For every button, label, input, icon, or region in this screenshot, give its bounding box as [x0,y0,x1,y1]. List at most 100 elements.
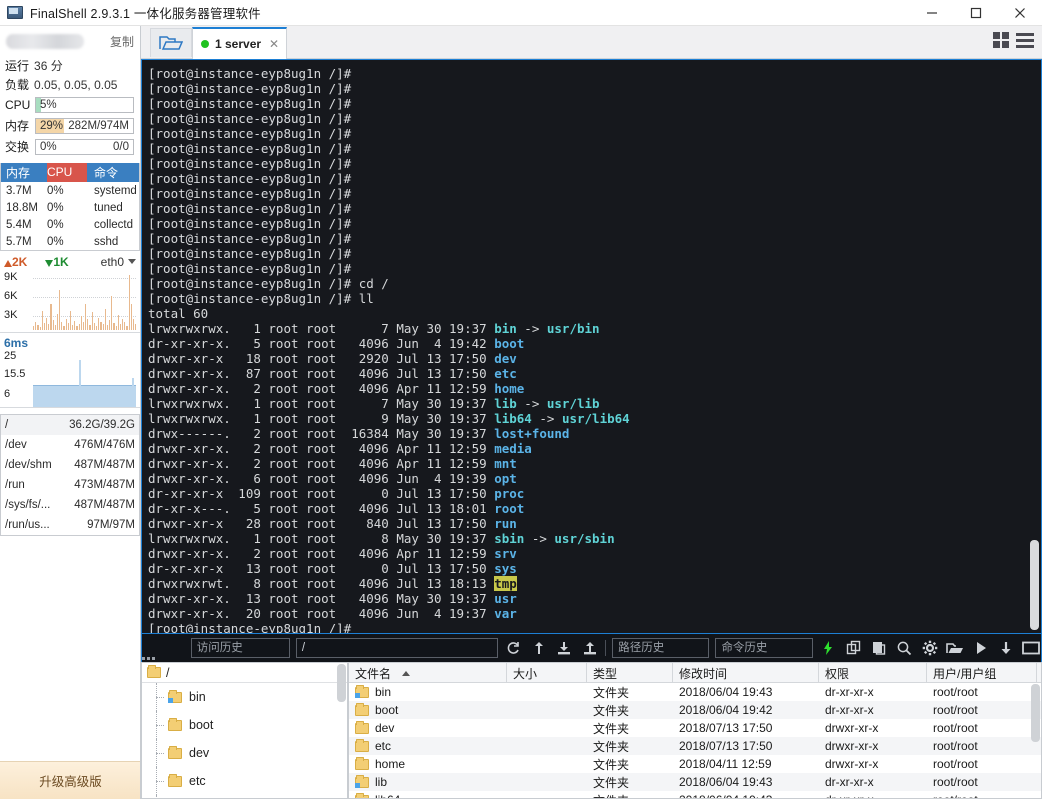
column-header-permissions[interactable]: 权限 [819,663,927,682]
search-icon[interactable] [895,638,914,658]
process-row[interactable]: 5.4M 0% collectd [1,216,139,233]
window-controls [910,0,1042,26]
tree-root-node[interactable]: / [142,663,347,683]
file-list-scrollbar[interactable] [1031,684,1040,742]
terminal-output[interactable]: [root@instance-eyp8ug1n /]# [root@instanc… [141,59,1042,634]
tree-item-etc[interactable]: etc [142,767,347,795]
process-row[interactable]: 18.8M 0% tuned [1,199,139,216]
column-header-filename[interactable]: 文件名 [349,663,507,682]
terminal-prompt-line: [root@instance-eyp8ug1n /]# [148,261,352,276]
table-row[interactable]: bin 文件夹 2018/06/04 19:43 dr-xr-xr-x root/roo… [349,683,1041,701]
process-row[interactable]: 3.7M 0% systemd [1,182,139,199]
disk-row[interactable]: /run/us... 97M/97M [1,515,139,535]
visit-history-input[interactable]: 访问历史 [190,638,290,658]
disk-row[interactable]: /dev 476M/476M [1,435,139,455]
copy-icon[interactable] [844,638,863,658]
list-view-icon[interactable] [1016,32,1034,48]
close-button[interactable] [998,0,1042,26]
grid-view-icon[interactable] [993,32,1009,48]
table-row[interactable]: boot 文件夹 2018/06/04 19:42 dr-xr-xr-x root/ro… [349,701,1041,719]
play-icon[interactable] [971,638,990,658]
folder-icon [355,756,369,770]
cell-owner: root/root [933,775,978,789]
swap-meter: 0% 0/0 [35,138,134,155]
maximize-button[interactable] [954,0,998,26]
window-icon[interactable] [1022,638,1041,658]
column-header-mtime[interactable]: 修改时间 [673,663,819,682]
memory-label: 内存 [5,119,30,133]
uptime-value: 36 分 [34,59,63,73]
lightning-icon[interactable] [819,638,838,658]
process-col-cmd[interactable]: 命令 [87,164,118,181]
network-interface-select[interactable]: eth0 [101,255,136,269]
tab-server[interactable]: 1 server ✕ [192,27,287,59]
disk-row[interactable]: /run 473M/487M [1,475,139,495]
disk-row[interactable]: /sys/fs/... 487M/487M [1,495,139,515]
download-icon[interactable] [554,638,573,658]
net-bar [115,325,117,330]
column-header-owner[interactable]: 用户/用户组 [927,663,1037,682]
tree-scrollbar[interactable] [337,664,346,702]
panel-splitter[interactable] [141,656,1042,661]
upgrade-button[interactable]: 升级高级版 [0,761,140,799]
terminal-command-line: [root@instance-eyp8ug1n /]# ll [148,291,374,306]
process-col-cpu[interactable]: CPU [47,163,87,182]
terminal-listing-row: dr-xr-xr-x. 5 root root 4096 Jun 4 19:42… [148,336,525,351]
table-row[interactable]: lib64 文件夹2018/06/04 19:43dr-xr-xr-xroot/r… [349,791,1041,798]
system-monitor-sidebar: 复制 运行 36 分 负载 0.05, 0.05, 0.05 CPU 5% 内存… [0,26,141,799]
terminal-scrollbar[interactable] [1030,540,1039,630]
memory-detail: 282M/974M [68,119,129,132]
column-header-size[interactable]: 大小 [507,663,587,682]
cell-filename: bin [349,684,507,699]
net-bar [48,323,50,330]
file-list-panel[interactable]: 文件名 大小 类型 修改时间 权限 用户/用户组 bin 文件夹 2018/06/0… [348,662,1042,799]
process-row[interactable]: 5.7M 0% sshd [1,233,139,250]
minimize-button[interactable] [910,0,954,26]
terminal-prompt-line: [root@instance-eyp8ug1n /]# [148,186,352,201]
command-history-input[interactable]: 命令历史 [715,638,813,658]
net-tick-2: 3K [4,309,18,321]
path-history-input[interactable]: 路径历史 [612,638,710,658]
terminal-listing-row: dr-xr-xr-x 13 root root 0 Jul 13 17:50 s… [148,561,517,576]
upload-icon[interactable] [580,638,599,658]
directory-tree[interactable]: / binbootdevetchomelib [141,662,348,799]
tab-close-icon[interactable]: ✕ [269,37,279,51]
folder-icon[interactable] [946,638,965,658]
paste-icon[interactable] [869,638,888,658]
process-table: 内存 CPU 命令 3.7M 0% systemd 18.8M 0% tuned 5.4M 0… [0,163,140,251]
terminal-prompt-line: [root@instance-eyp8ug1n /]# [148,111,352,126]
tree-item-home[interactable]: home [142,795,347,798]
path-input[interactable]: / [295,638,498,658]
tree-item-label: boot [189,718,214,732]
net-bar [106,324,109,330]
open-folder-button[interactable] [150,28,192,57]
up-directory-icon[interactable] [529,638,548,658]
table-row[interactable]: dev 文件夹 2018/07/13 17:50 drwxr-xr-x root/roo… [349,719,1041,737]
disk-row[interactable]: / 36.2G/39.2G [1,415,139,435]
table-row[interactable]: home 文件夹 2018/04/11 12:59 drwxr-xr-x root/ro… [349,755,1041,773]
process-cmd: systemd [94,184,137,197]
disk-usage: 473M/487M [74,479,135,491]
disk-usage: 36.2G/39.2G [69,419,135,431]
net-bar [46,317,48,330]
net-bar [113,322,115,330]
tree-item-boot[interactable]: boot [142,711,347,739]
copy-button[interactable]: 复制 [110,33,134,50]
process-cpu: 0% [47,218,64,231]
tree-item-dev[interactable]: dev [142,739,347,767]
download-arrow-icon[interactable] [996,638,1015,658]
disk-row[interactable]: /dev/shm 487M/487M [1,455,139,475]
table-row[interactable]: etc 文件夹 2018/07/13 17:50 drwxr-xr-x root/roo… [349,737,1041,755]
cell-filename: lib64 [349,792,507,798]
net-bar [89,324,91,330]
tree-item-bin[interactable]: bin [142,683,347,711]
process-col-mem[interactable]: 内存 [1,164,47,181]
process-cmd: collectd [94,218,133,231]
column-header-type[interactable]: 类型 [587,663,673,682]
refresh-icon[interactable] [504,638,523,658]
folder-icon [147,665,161,678]
tree-root-label: / [166,665,170,680]
gear-icon[interactable] [920,638,939,658]
folder-icon [168,773,182,787]
table-row[interactable]: lib 文件夹 2018/06/04 19:43 dr-xr-xr-x root/roo… [349,773,1041,791]
